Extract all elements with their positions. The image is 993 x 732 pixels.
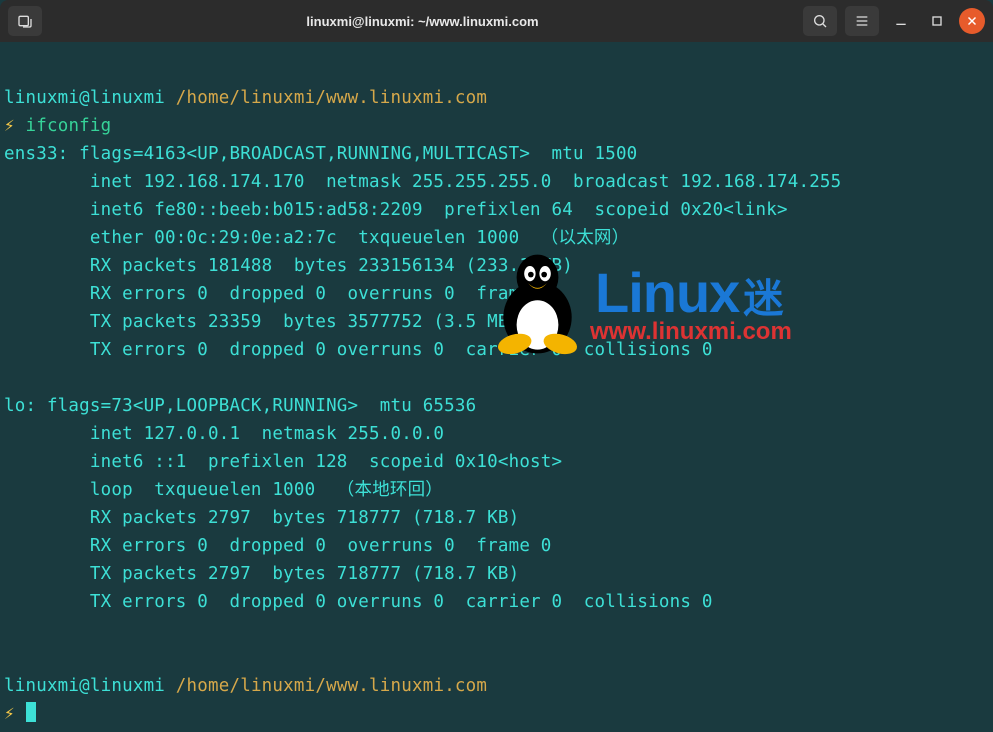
titlebar-left	[8, 6, 42, 36]
close-button[interactable]	[959, 8, 985, 34]
prompt-bolt-icon: ⚡	[4, 116, 15, 136]
titlebar: linuxmi@linuxmi: ~/www.linuxmi.com	[0, 0, 993, 42]
new-tab-button[interactable]	[8, 6, 42, 36]
output-line: lo: flags=73<UP,LOOPBACK,RUNNING> mtu 65…	[4, 396, 476, 416]
output-line: RX packets 181488 bytes 233156134 (233.1…	[4, 256, 573, 276]
output-line: loop txqueuelen 1000 （本地环回）	[4, 480, 443, 500]
maximize-button[interactable]	[923, 7, 951, 35]
prompt-path: /home/linuxmi/www.linuxmi.com	[176, 88, 487, 108]
window-title: linuxmi@linuxmi: ~/www.linuxmi.com	[42, 14, 803, 29]
prompt-user: linuxmi@linuxmi	[4, 88, 165, 108]
output-line: RX errors 0 dropped 0 overruns 0 frame 0	[4, 536, 552, 556]
prompt-path: /home/linuxmi/www.linuxmi.com	[176, 676, 487, 696]
output-line: RX errors 0 dropped 0 overruns 0 frame 0	[4, 284, 552, 304]
output-line: RX packets 2797 bytes 718777 (718.7 KB)	[4, 508, 519, 528]
output-line: TX packets 23359 bytes 3577752 (3.5 MB)	[4, 312, 519, 332]
output-line: TX errors 0 dropped 0 overruns 0 carrier…	[4, 340, 713, 360]
command-text: ifconfig	[26, 116, 112, 136]
output-line: TX errors 0 dropped 0 overruns 0 carrier…	[4, 592, 713, 612]
cursor	[26, 702, 36, 722]
output-line: inet6 fe80::beeb:b015:ad58:2209 prefixle…	[4, 200, 788, 220]
output-line: TX packets 2797 bytes 718777 (718.7 KB)	[4, 564, 519, 584]
output-line: ether 00:0c:29:0e:a2:7c txqueuelen 1000 …	[4, 228, 629, 248]
terminal-content[interactable]: linuxmi@linuxmi /home/linuxmi/www.linuxm…	[0, 42, 993, 732]
menu-button[interactable]	[845, 6, 879, 36]
output-line: inet 127.0.0.1 netmask 255.0.0.0	[4, 424, 444, 444]
output-line: ens33: flags=4163<UP,BROADCAST,RUNNING,M…	[4, 144, 637, 164]
minimize-button[interactable]	[887, 7, 915, 35]
output-line: inet 192.168.174.170 netmask 255.255.255…	[4, 172, 841, 192]
titlebar-right	[803, 6, 985, 36]
prompt-bolt-icon: ⚡	[4, 704, 15, 724]
search-button[interactable]	[803, 6, 837, 36]
output-line: inet6 ::1 prefixlen 128 scopeid 0x10<hos…	[4, 452, 562, 472]
prompt-user: linuxmi@linuxmi	[4, 676, 165, 696]
